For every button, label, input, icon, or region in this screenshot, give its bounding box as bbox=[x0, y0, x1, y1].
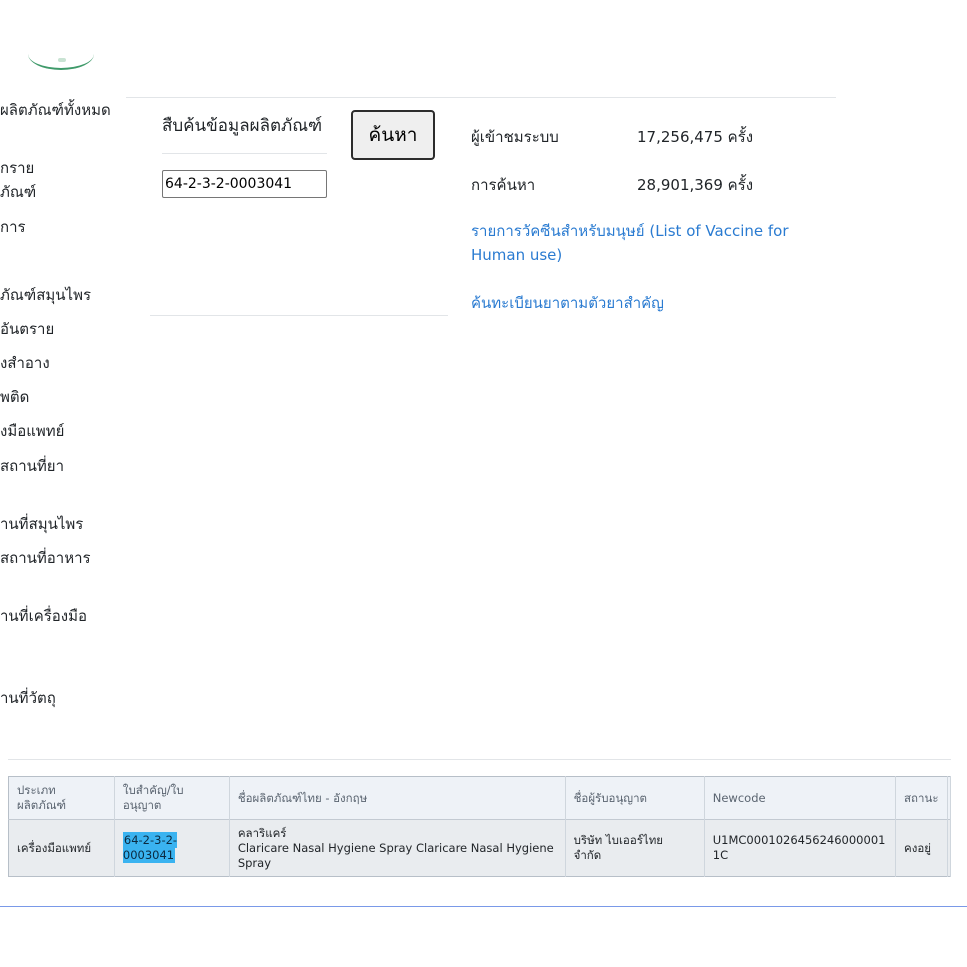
search-panel-divider bbox=[150, 315, 448, 316]
product-name-th: คลาริแคร์ bbox=[237, 825, 287, 840]
header-type-line1: ประเภท bbox=[17, 783, 56, 797]
sidebar-item-food-premises[interactable]: สถานที่อาหาร bbox=[0, 547, 91, 569]
cell-status: คงอยู่ bbox=[895, 819, 948, 877]
product-name-en-line1: Claricare Nasal Hygiene Spray Claricare … bbox=[237, 840, 554, 855]
product-name-en-line2: Spray bbox=[237, 855, 272, 870]
header-licensee[interactable]: ชื่อผู้รับอนุญาต bbox=[565, 776, 705, 820]
search-title: สืบค้นข้อมูลผลิตภัณฑ์ bbox=[162, 116, 323, 136]
sidebar-item-herbal-premises[interactable]: านที่สมุนไพร bbox=[0, 513, 83, 535]
sidebar-item-hazardous[interactable]: กราย bbox=[0, 157, 34, 179]
search-title-divider bbox=[162, 153, 327, 154]
sidebar-item-hazardous-substances[interactable]: อันตราย bbox=[0, 318, 54, 340]
header-newcode[interactable]: Newcode bbox=[704, 776, 897, 820]
sidebar-item-device-premises[interactable]: านที่เครื่องมือ bbox=[0, 605, 87, 627]
cell-licensee: บริษัท ไบเออร์ไทย จำกัด bbox=[565, 819, 705, 877]
cell-spacer bbox=[947, 819, 952, 877]
license-highlight: 64-2-3-2-0003041 bbox=[122, 832, 178, 863]
searches-label: การค้นหา bbox=[471, 176, 536, 194]
sidebar-item-drug-premises[interactable]: สถานที่ยา bbox=[0, 455, 64, 477]
sidebar-item-cosmetics[interactable]: งสำอาง bbox=[0, 352, 50, 374]
sidebar-item-narcotics[interactable]: พติด bbox=[0, 386, 29, 408]
cell-product-type: เครื่องมือแพทย์ bbox=[8, 819, 115, 877]
header-license[interactable]: ใบสำคัญ/ใบ อนุญาต bbox=[114, 776, 230, 820]
header-product-type[interactable]: ประเภท ผลิตภัณฑ์ bbox=[8, 776, 115, 820]
cell-newcode: U1MC0001026456246000001 1C bbox=[704, 819, 897, 877]
sidebar-item-product[interactable]: ภัณฑ์ bbox=[0, 181, 36, 203]
logo-arc bbox=[28, 38, 94, 70]
licensee-line1: บริษัท ไบเออร์ไทย bbox=[573, 833, 664, 847]
visitors-label: ผู้เข้าชมระบบ bbox=[471, 128, 559, 146]
header-product-name[interactable]: ชื่อผลิตภัณฑ์ไทย - อังกฤษ bbox=[229, 776, 566, 820]
sidebar-item-medical-devices[interactable]: งมือแพทย์ bbox=[0, 420, 64, 442]
sidebar-item-herbal-products[interactable]: ภัณฑ์สมุนไพร bbox=[0, 284, 91, 306]
table-header-row: ประเภท ผลิตภัณฑ์ ใบสำคัญ/ใบ อนุญาต ชื่อผ… bbox=[8, 776, 952, 820]
bottom-divider bbox=[0, 906, 967, 907]
cell-license: 64-2-3-2-0003041 bbox=[114, 819, 230, 877]
drug-registry-link[interactable]: ค้นทะเบียนยาตามตัวยาสำคัญ bbox=[471, 291, 664, 315]
visitors-count: 17,256,475 ครั้ง bbox=[637, 128, 754, 146]
header-license-line2: อนุญาต bbox=[122, 798, 162, 812]
header-status[interactable]: สถานะ bbox=[895, 776, 948, 820]
sidebar-item-substance-premises[interactable]: านที่วัตถุ bbox=[0, 687, 56, 709]
vaccine-list-link[interactable]: รายการวัคซีนสำหรับมนุษย์ (List of Vaccin… bbox=[471, 219, 789, 267]
searches-count: 28,901,369 ครั้ง bbox=[637, 176, 754, 194]
sidebar-item-all-products[interactable]: ผลิตภัณฑ์ทั้งหมด bbox=[0, 99, 111, 121]
header-spacer bbox=[947, 776, 952, 820]
search-button[interactable]: ค้นหา bbox=[351, 110, 435, 160]
licensee-line2: จำกัด bbox=[573, 848, 602, 862]
top-divider bbox=[126, 97, 836, 98]
sidebar-item-services[interactable]: การ bbox=[0, 216, 26, 238]
header-license-line1: ใบสำคัญ/ใบ bbox=[122, 783, 184, 797]
vaccine-link-line1: รายการวัคซีนสำหรับมนุษย์ (List of Vaccin… bbox=[471, 222, 789, 240]
header-type-line2: ผลิตภัณฑ์ bbox=[17, 798, 67, 812]
search-input[interactable] bbox=[162, 170, 327, 198]
results-table: ประเภท ผลิตภัณฑ์ ใบสำคัญ/ใบ อนุญาต ชื่อผ… bbox=[8, 776, 952, 877]
vaccine-link-line2: Human use) bbox=[471, 246, 563, 264]
cell-product-name: คลาริแคร์ Claricare Nasal Hygiene Spray … bbox=[229, 819, 566, 877]
table-row[interactable]: เครื่องมือแพทย์ 64-2-3-2-0003041 คลาริแค… bbox=[8, 819, 952, 877]
logo-mark bbox=[58, 58, 66, 62]
results-divider bbox=[8, 759, 951, 760]
